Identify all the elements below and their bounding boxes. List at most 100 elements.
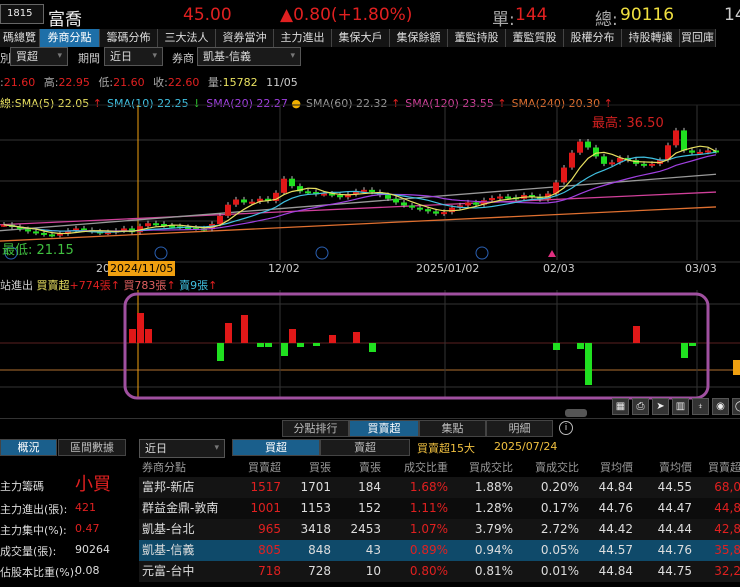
tab-overview[interactable]: 概況 xyxy=(0,439,57,456)
broker-label: 券商 xyxy=(172,52,194,65)
indicator-bar xyxy=(313,343,320,346)
indicator-bar xyxy=(633,326,640,343)
table-cell: 1.07% xyxy=(409,522,448,536)
table-cell: 1701 xyxy=(300,480,331,494)
period-label: 期間 xyxy=(78,52,100,65)
table-row[interactable]: 富邦-新店 1517 1701 184 1.68% 1.88% 0.20% 44.84 44.5… xyxy=(139,477,740,498)
table-row[interactable]: 群益金鼎-敦南 1001 1153 152 1.11% 1.28% 0.17% 44.76 44… xyxy=(139,498,740,519)
type-select[interactable]: 買超 xyxy=(10,47,68,66)
indicator-bar xyxy=(329,335,336,343)
tab-9[interactable]: 董監質股 xyxy=(506,29,564,47)
table-row[interactable]: 元富-台中 718 728 10 0.80% 0.81% 0.01% 44.84 44.75 32… xyxy=(139,561,740,582)
crosshair-date: 2024/11/05 xyxy=(108,261,176,276)
price: 45.00 xyxy=(183,5,232,25)
stat-label: 佔股本比重(%): xyxy=(0,566,78,579)
tab-6[interactable]: 集保大戶 xyxy=(332,29,390,47)
table-cell: 群益金鼎-敦南 xyxy=(142,501,219,515)
table-cell: 0.20% xyxy=(540,480,579,494)
candle xyxy=(145,223,151,227)
tab-7[interactable]: 集保餘額 xyxy=(390,29,448,47)
tab-range-data[interactable]: 區間數據 xyxy=(58,439,126,456)
tab-1[interactable]: 券商分點 xyxy=(40,29,100,47)
high-label: 高: xyxy=(43,76,59,89)
indicator-bar xyxy=(353,332,360,343)
candle xyxy=(585,141,591,148)
close-value: 22.60 xyxy=(167,76,200,89)
table-cell: 44.47 xyxy=(657,501,692,515)
table-cell: 35,8 xyxy=(714,543,740,557)
toolbar-icon-1[interactable]: ⎙ xyxy=(632,398,649,415)
indicator-bar xyxy=(553,343,560,350)
table-cell: 44.84 xyxy=(598,564,633,578)
candle xyxy=(497,196,503,199)
tab-12[interactable]: 買回庫 xyxy=(680,29,716,47)
subtab-1[interactable]: 買賣超 xyxy=(349,420,419,437)
toolbar-icon-3[interactable]: ▥ xyxy=(672,398,689,415)
toolbar-icon-0[interactable]: ▦ xyxy=(612,398,629,415)
subtab-2[interactable]: 集點 xyxy=(419,420,486,437)
toolbar-icon-6[interactable]: ◯ xyxy=(732,398,740,415)
toolbar-icon-2[interactable]: ➤ xyxy=(652,398,669,415)
table-cell: 2453 xyxy=(350,522,381,536)
tab-11[interactable]: 持股轉讓 xyxy=(622,29,680,47)
tab-2[interactable]: 籌碼分佈 xyxy=(100,29,158,47)
sell-over-button[interactable]: 賣超 xyxy=(320,439,410,456)
table-cell: 68,0 xyxy=(714,480,740,494)
toolbar-icon-5[interactable]: ◉ xyxy=(712,398,729,415)
tab-3[interactable]: 三大法人 xyxy=(158,29,216,47)
period-select[interactable]: 近日 xyxy=(104,47,163,66)
candle xyxy=(689,150,695,153)
tab-10[interactable]: 股權分布 xyxy=(564,29,622,47)
x-label: 03/03 xyxy=(685,262,717,275)
ohlc-line: :21.60 高:22.95 低:21.60 收:22.60 量:15782 1… xyxy=(0,74,298,90)
month-marker-icon xyxy=(154,246,168,260)
tab-5[interactable]: 主力進出 xyxy=(274,29,332,47)
indicator-bar xyxy=(577,343,584,349)
indicator-chart[interactable] xyxy=(0,290,740,402)
table-cell: 44.57 xyxy=(598,543,633,557)
table-cell: 32,2 xyxy=(714,564,740,578)
month-marker-icon xyxy=(315,246,329,260)
toolbar-icon-4[interactable]: ⍖ xyxy=(692,398,709,415)
tab-8[interactable]: 董監持股 xyxy=(448,29,506,47)
table-cell: 1.68% xyxy=(409,480,448,494)
stat-value: 421 xyxy=(75,501,96,514)
header-extra: 14 xyxy=(724,5,740,25)
table-period-select[interactable]: 近日 xyxy=(139,439,225,458)
column-header: 券商分點 xyxy=(142,461,186,474)
table-cell: 0.94% xyxy=(474,543,513,557)
candle xyxy=(441,212,447,215)
column-header: 買賣超 xyxy=(708,461,740,474)
subtab-3[interactable]: 明細 xyxy=(486,420,553,437)
indicator-bar xyxy=(369,343,376,352)
table-cell: 44.84 xyxy=(598,480,633,494)
buy-over-button[interactable]: 買超 xyxy=(232,439,320,456)
table-cell: 0.89% xyxy=(409,543,448,557)
tab-4[interactable]: 資券當沖 xyxy=(216,29,274,47)
candle xyxy=(489,198,495,201)
indicator-bar xyxy=(265,343,272,347)
main-chip-value: 小買 xyxy=(75,474,111,495)
table-cell: 凱基-信義 xyxy=(142,543,195,557)
table-cell: 0.05% xyxy=(540,543,579,557)
tab-0[interactable]: 碼總覽 xyxy=(0,29,40,47)
candle xyxy=(337,195,343,198)
single-label: 單: xyxy=(492,10,515,30)
indicator-bar xyxy=(257,343,264,347)
candle xyxy=(473,202,479,205)
table-cell: 44.55 xyxy=(657,480,692,494)
table-row[interactable]: 凱基-信義 805 848 43 0.89% 0.94% 0.05% 44.57 44.76 35… xyxy=(139,540,740,561)
table-cell: 1.88% xyxy=(474,480,513,494)
stock-code-input[interactable]: 1815 xyxy=(0,4,44,24)
stat-value: 0.08 xyxy=(75,564,100,577)
candle xyxy=(641,163,647,166)
chart-scrollbar[interactable] xyxy=(565,409,587,417)
info-icon[interactable]: i xyxy=(559,421,573,435)
stat-label: 主力集中(%): xyxy=(0,524,67,537)
candle xyxy=(449,207,455,213)
table-row[interactable]: 凱基-台北 965 3418 2453 1.07% 3.79% 2.72% 44.42 44.4… xyxy=(139,519,740,540)
table-cell: 1.28% xyxy=(474,501,513,515)
subtab-0[interactable]: 分點排行 xyxy=(282,420,349,437)
broker-select[interactable]: 凱基-信義 xyxy=(197,47,301,66)
table-cell: 44.44 xyxy=(657,522,692,536)
